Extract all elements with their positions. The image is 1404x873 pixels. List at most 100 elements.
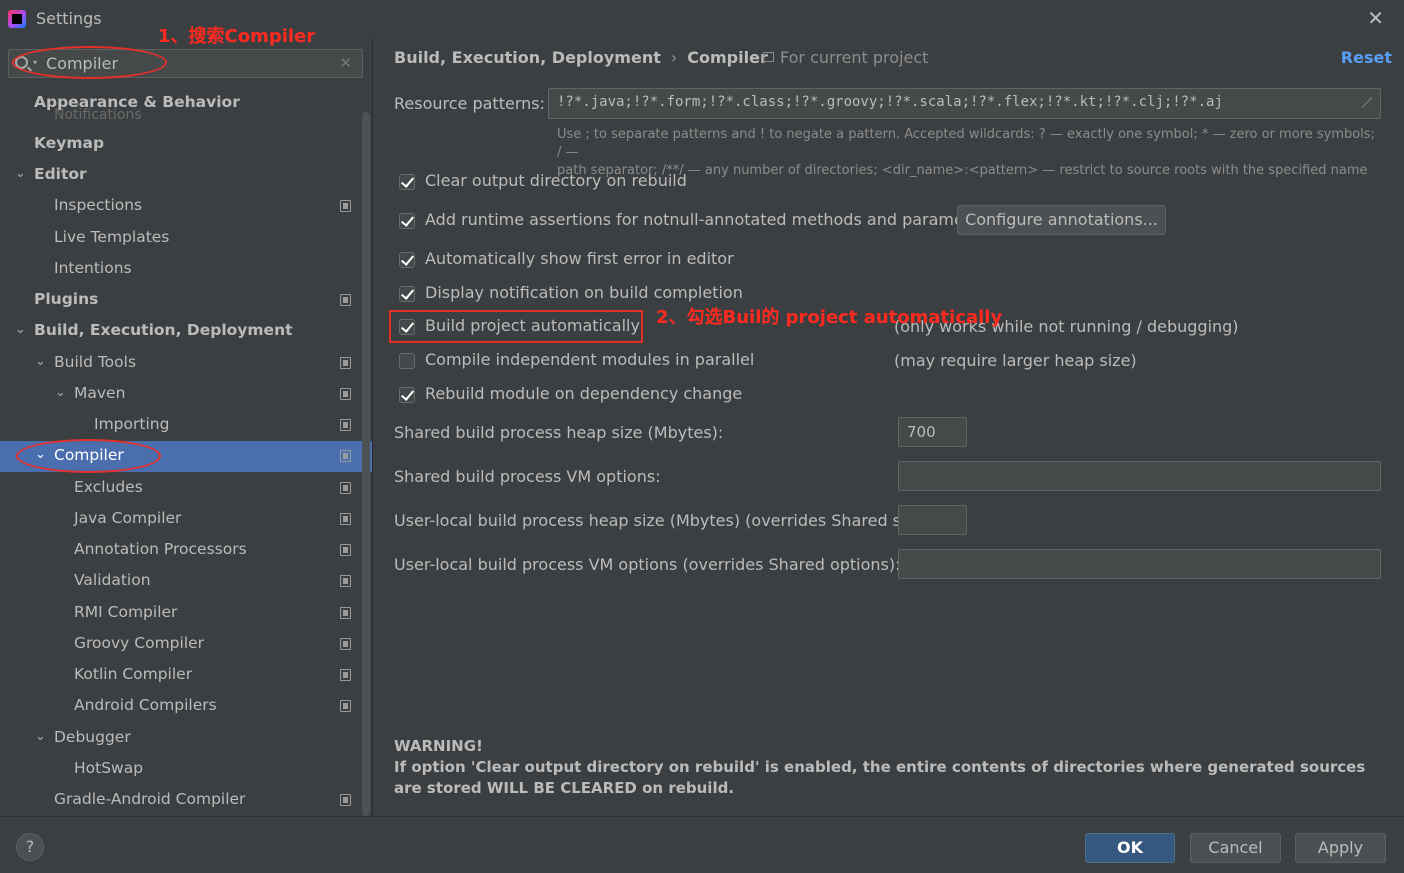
tree-item-label: HotSwap (74, 759, 144, 777)
tree-item-plugins[interactable]: Plugins (0, 285, 362, 316)
expand-field-icon[interactable] (1360, 97, 1372, 109)
project-level-icon (340, 388, 351, 400)
compile-parallel-note: (may require larger heap size) (894, 351, 1137, 370)
checkbox-box[interactable] (399, 252, 415, 268)
help-button[interactable]: ? (16, 833, 44, 861)
scope-indicator: For current project (763, 48, 928, 67)
tree-item-maven[interactable]: ⌄ Maven (0, 379, 362, 410)
tree-item-editor[interactable]: ⌄ Editor (0, 160, 362, 191)
tree-item-hotswap[interactable]: HotSwap (0, 754, 362, 785)
checkbox-box[interactable] (399, 286, 415, 302)
checkbox-label: Add runtime assertions for notnull-annot… (425, 210, 995, 229)
tree-item-label: Inspections (54, 196, 143, 214)
chevron-down-icon[interactable]: ⌄ (15, 166, 26, 181)
project-level-icon (340, 669, 351, 681)
sidebar-scrollbar[interactable] (362, 112, 370, 816)
tree-item-debugger[interactable]: ⌄ Debugger (0, 723, 362, 754)
project-level-icon (340, 700, 351, 712)
tree-item-appearance-behavior[interactable]: Appearance & Behavior (0, 88, 362, 119)
checkbox-label: Clear output directory on rebuild (425, 171, 687, 190)
tree-item-intentions[interactable]: Intentions (0, 254, 362, 285)
project-level-icon (340, 482, 351, 494)
local-heap-input[interactable] (898, 505, 967, 535)
cancel-button[interactable]: Cancel (1190, 833, 1281, 863)
apply-button[interactable]: Apply (1295, 833, 1386, 863)
tree-item-kotlin-compiler[interactable]: Kotlin Compiler (0, 660, 362, 691)
warning-title: WARNING! (394, 737, 483, 755)
project-level-icon (340, 607, 351, 619)
tree-item-importing[interactable]: Importing (0, 410, 362, 441)
tree-item-label: Android Compilers (74, 696, 217, 714)
tree-item-label: Importing (94, 415, 170, 433)
tree-item-build-tools[interactable]: ⌄ Build Tools (0, 348, 362, 379)
shared-heap-label: Shared build process heap size (Mbytes): (394, 423, 724, 442)
tree-item-inspections[interactable]: Inspections (0, 191, 362, 222)
breadcrumb-parent[interactable]: Build, Execution, Deployment (394, 48, 661, 67)
tree-item-label: Plugins (34, 290, 99, 308)
shared-heap-value: 700 (907, 423, 936, 441)
close-icon[interactable]: ✕ (1367, 6, 1384, 30)
window-title: Settings (36, 9, 102, 28)
tree-item-android-compilers[interactable]: Android Compilers (0, 691, 362, 722)
tree-item-label: Excludes (74, 478, 143, 496)
tree-item-keymap[interactable]: Keymap (0, 129, 362, 160)
local-vm-input[interactable] (898, 549, 1381, 579)
configure-annotations-button[interactable]: Configure annotations... (957, 205, 1166, 235)
local-heap-label: User-local build process heap size (Mbyt… (394, 511, 936, 530)
checkbox-box[interactable] (399, 174, 415, 190)
chevron-down-icon[interactable]: ⌄ (15, 322, 26, 337)
reset-link[interactable]: Reset (1341, 48, 1392, 67)
tree-item-label: Intentions (54, 259, 132, 277)
warning-body: If option 'Clear output directory on reb… (394, 758, 1366, 797)
tree-item-label: Kotlin Compiler (74, 665, 193, 683)
checkbox-label: Rebuild module on dependency change (425, 384, 743, 403)
shared-vm-label: Shared build process VM options: (394, 467, 661, 486)
breadcrumb: Build, Execution, Deployment › Compiler (394, 48, 768, 67)
project-level-icon (340, 450, 351, 462)
project-level-icon (340, 638, 351, 650)
project-level-icon (340, 794, 351, 806)
resource-patterns-input[interactable]: !?*.java;!?*.form;!?*.class;!?*.groovy;!… (548, 88, 1381, 119)
tree-item-live-templates[interactable]: Live Templates (0, 223, 362, 254)
shared-vm-input[interactable] (898, 461, 1381, 491)
project-level-icon (340, 357, 351, 369)
shared-heap-input[interactable]: 700 (898, 417, 967, 447)
tree-item-label: Build Tools (54, 353, 137, 371)
chevron-down-icon[interactable]: ⌄ (35, 729, 46, 744)
tree-item-java-compiler[interactable]: Java Compiler (0, 504, 362, 535)
warning-message: WARNING! If option 'Clear output directo… (394, 736, 1384, 799)
project-level-icon (340, 575, 351, 587)
tree-item-excludes[interactable]: Excludes (0, 473, 362, 504)
tree-item-label: Validation (74, 571, 151, 589)
hint-line: Use ; to separate patterns and ! to nega… (557, 127, 1375, 160)
tree-item-build-execution-deployment[interactable]: ⌄ Build, Execution, Deployment (0, 316, 362, 347)
checkbox-box[interactable] (399, 213, 415, 229)
ok-button[interactable]: OK (1085, 833, 1175, 863)
tree-item-label: Debugger (54, 728, 131, 746)
tree-item-annotation-processors[interactable]: Annotation Processors (0, 535, 362, 566)
checkbox-label: Automatically show first error in editor (425, 249, 734, 268)
local-vm-label: User-local build process VM options (ove… (394, 555, 901, 574)
clear-search-icon[interactable]: ✕ (339, 54, 352, 72)
compiler-settings-panel: Build, Execution, Deployment › Compiler Fo… (373, 38, 1404, 816)
annotation-step2: 2、勾选Buil的 project automatically (656, 307, 1003, 328)
tree-item-gradle-android-compiler[interactable]: Gradle-Android Compiler (0, 785, 362, 816)
project-level-icon (340, 294, 351, 306)
tree-item-groovy-compiler[interactable]: Groovy Compiler (0, 629, 362, 660)
chevron-down-icon[interactable]: ⌄ (55, 385, 66, 400)
settings-sidebar: ▾ Compiler ✕ Notifications Appearance & … (0, 38, 372, 816)
tree-item-label: Build, Execution, Deployment (34, 321, 293, 339)
dialog-footer: ? OK Cancel Apply (0, 816, 1404, 873)
tree-item-label: RMI Compiler (74, 603, 178, 621)
tree-item-rmi-compiler[interactable]: RMI Compiler (0, 598, 362, 629)
scope-label: For current project (780, 48, 929, 67)
chevron-down-icon[interactable]: ⌄ (35, 354, 46, 369)
annotation-search-ellipse (12, 46, 167, 79)
tree-item-validation[interactable]: Validation (0, 566, 362, 597)
resource-patterns-label: Resource patterns: (394, 94, 545, 113)
tree-item-label: Keymap (34, 134, 105, 152)
checkbox-box[interactable] (399, 387, 415, 403)
tree-item-label: Maven (74, 384, 126, 402)
tree-item-label: Editor (34, 165, 87, 183)
checkbox-box[interactable] (399, 353, 415, 369)
